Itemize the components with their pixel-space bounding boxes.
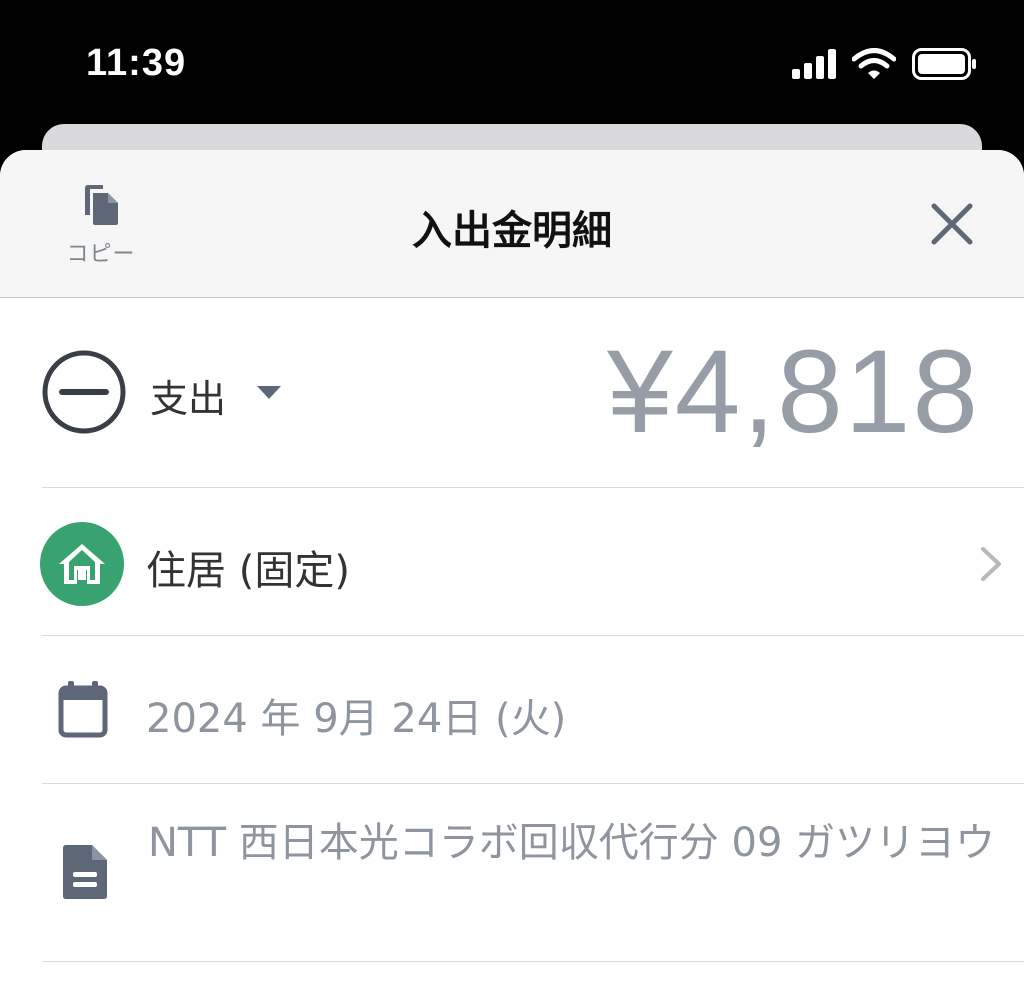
wifi-icon xyxy=(852,48,896,79)
transaction-detail-sheet: コピー 入出金明細 支出 ¥4,818 住居 (固定) 2024 年 9月 24… xyxy=(0,150,1024,984)
house-icon xyxy=(59,544,105,584)
amount-row: 支出 ¥4,818 xyxy=(42,298,1024,488)
category-icon-badge xyxy=(40,522,124,606)
document-icon xyxy=(63,845,107,899)
battery-icon xyxy=(912,48,976,80)
category-row[interactable]: 住居 (固定) xyxy=(40,488,1024,636)
status-icons xyxy=(792,48,978,80)
close-button[interactable] xyxy=(928,200,976,248)
minus-circle-icon[interactable] xyxy=(42,350,126,434)
calendar-icon xyxy=(58,681,108,738)
close-icon xyxy=(931,203,973,245)
memo-text: NTT 西日本光コラボ回収代行分 09 ガツリヨウ xyxy=(148,820,996,866)
screen: 11:39 コピー 入出金明細 支出 ¥4,818 住居 (固定) 2024 年… xyxy=(0,0,1024,984)
transaction-type-label[interactable]: 支出 xyxy=(150,368,226,423)
sheet-title: 入出金明細 xyxy=(412,208,612,254)
status-time: 11:39 xyxy=(86,42,187,84)
date-row[interactable]: 2024 年 9月 24日 (火) xyxy=(42,636,1024,784)
memo-row[interactable]: NTT 西日本光コラボ回収代行分 09 ガツリヨウ xyxy=(42,784,1024,962)
category-label: 住居 (固定) xyxy=(146,548,350,594)
sheet-header: コピー 入出金明細 xyxy=(0,150,1024,298)
cellular-signal-icon xyxy=(792,49,836,79)
caret-down-icon[interactable] xyxy=(256,384,282,400)
status-bar: 11:39 xyxy=(0,0,1024,124)
date-label: 2024 年 9月 24日 (火) xyxy=(146,696,567,742)
chevron-right-icon xyxy=(981,547,1001,581)
amount-value[interactable]: ¥4,818 xyxy=(607,324,980,460)
